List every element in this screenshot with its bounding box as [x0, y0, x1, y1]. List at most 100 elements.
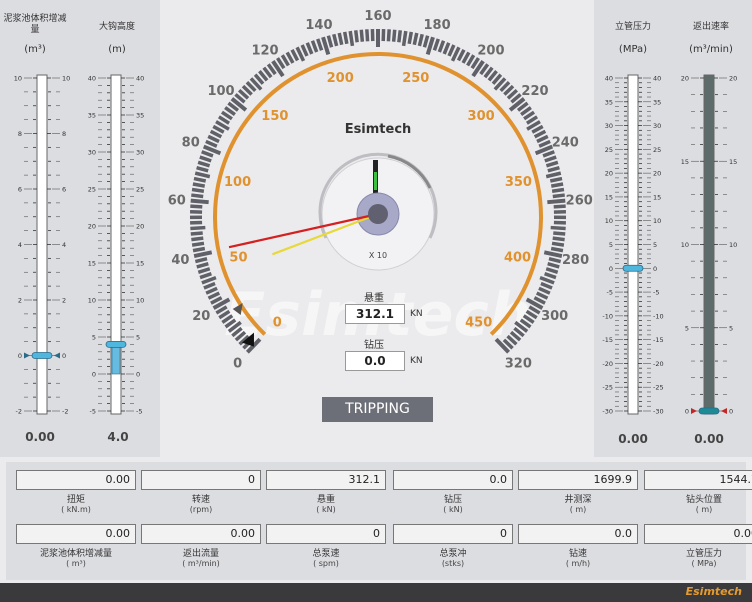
hookload-dial: Esimtech 0 20 40 60 80 100 120 140 160 180 200 220 24… — [168, 9, 593, 371]
standpipe-pressure-gauge-tick-label: 25 — [605, 146, 613, 154]
inner-tick-label: 450 — [465, 315, 492, 330]
mud-volume-gauge-tick-label: 6 — [62, 186, 66, 194]
standpipe-pressure-gauge-tick-label: 0 — [609, 265, 613, 273]
param-label: 转速 — [191, 495, 210, 505]
param-value-box: 0 — [266, 524, 386, 544]
standpipe-pressure-gauge-tick-label: 40 — [653, 75, 661, 83]
footer-brand: Esimtech — [685, 585, 742, 598]
mud-volume-gauge-tick-label: -2 — [16, 408, 22, 416]
mud-volume-gauge-tick-label: 6 — [18, 186, 22, 194]
hook-height-gauge-tick-label: 30 — [136, 149, 144, 157]
standpipe-pressure-gauge-tick-label: 35 — [605, 98, 613, 106]
right-gauge-panel: 立管压力 (MPa) 返出速率 (m³/min) 40 40 35 35 30 30 25 2… — [594, 0, 752, 457]
outer-tick-label: 300 — [541, 309, 568, 324]
param-field: 1699.9 井测深( m) — [518, 470, 638, 515]
mud-volume-gauge-tick-label: 2 — [62, 297, 66, 305]
mud-volume-gauge: 10 10 8 8 6 6 4 4 2 2 0 0 -2 -2 — [14, 74, 70, 416]
return-flow-gauge-marker[interactable] — [698, 407, 720, 415]
param-unit: ( m³) — [66, 559, 86, 568]
standpipe-pressure-gauge-tick-label: -30 — [653, 408, 664, 416]
param-label: 返出流量 — [182, 549, 219, 559]
parameter-panel: 0.00 扭矩( kN.m) 0 转速 (rpm) 312.1 悬重( kN) 0.0 钻压( … — [6, 462, 752, 580]
hook-height-gauge-tick-label: 10 — [88, 297, 96, 305]
param-value-box: 1544.7 — [644, 470, 752, 490]
hookload-dial-area: Esimtech 0 20 40 60 80 100 120 140 160 180 200 220 24… — [160, 0, 594, 457]
hook-height-value: 4.0 — [107, 430, 129, 444]
mud-volume-value: 0.00 — [25, 430, 55, 444]
standpipe-pressure-gauge-tick-label: -20 — [602, 360, 613, 368]
outer-tick-label: 180 — [423, 18, 450, 33]
tripping-button[interactable]: TRIPPING — [322, 397, 433, 422]
outer-tick-label: 60 — [168, 193, 186, 208]
hookload-unit: KN — [410, 309, 423, 319]
left-gauge-panel: 泥浆池体积增减量 (m³) 大钩高度 (m) 10 10 8 8 6 6 4 4 2 2 0 0 -2-… — [0, 0, 160, 457]
standpipe-pressure-gauge-tick-label: 25 — [653, 146, 661, 154]
param-value-box: 0 — [393, 524, 513, 544]
outer-tick-label: 40 — [171, 253, 189, 268]
param-label: 扭矩 — [66, 495, 85, 505]
mud-volume-gauge-right-pointer — [54, 352, 60, 359]
standpipe-pressure-gauge: 40 40 35 35 30 30 25 25 20 20 15 15 10 10 5 5 0 0 -5 -5 -10 -… — [602, 74, 664, 416]
return-flow-gauge-tick-label: 20 — [681, 75, 689, 83]
dial-hub-inner — [368, 204, 388, 224]
outer-tick-label: 260 — [566, 193, 593, 208]
standpipe-pressure-gauge-tick-label: 5 — [653, 241, 657, 249]
right-bar-gauges: 40 40 35 35 30 30 25 25 20 20 15 15 10 10 5 5 0 0 -5 -5 -10 -… — [602, 74, 737, 416]
hook-height-gauge-tick-label: 20 — [88, 223, 96, 231]
standpipe-pressure-gauge-tick-label: -5 — [653, 289, 659, 297]
param-unit: (rpm) — [189, 505, 213, 514]
mud-volume-gauge-marker[interactable] — [31, 352, 53, 359]
standpipe-pressure-gauge-tick-label: -15 — [602, 336, 613, 344]
standpipe-pressure-gauge-tick-label: 40 — [605, 75, 613, 83]
standpipe-pressure-gauge-tick-label: -25 — [602, 384, 613, 392]
outer-tick-label: 20 — [192, 309, 210, 324]
param-label: 井测深 — [564, 495, 592, 505]
param-field: 0.00 泥浆池体积增减量( m³) — [16, 524, 136, 569]
hook-height-gauge-tick-label: 20 — [136, 223, 144, 231]
standpipe-pressure-gauge-tick-label: 0 — [653, 265, 657, 273]
hook-height-gauge-tick-label: 5 — [92, 334, 96, 342]
return-flow-gauge-tick-label: 5 — [685, 324, 689, 332]
standpipe-pressure-gauge-tick-label: -15 — [653, 336, 664, 344]
standpipe-pressure-gauge-tick-label: 30 — [653, 122, 661, 130]
outer-tick-label: 80 — [182, 135, 200, 150]
outer-tick-label: 320 — [505, 356, 532, 371]
standpipe-pressure-gauge-tick-label: 15 — [653, 193, 661, 201]
hook-height-gauge-tick-label: -5 — [90, 408, 96, 416]
standpipe-pressure-gauge-tick-label: 30 — [605, 122, 613, 130]
hook-height-gauge-marker[interactable] — [105, 340, 127, 348]
return-flow-gauge-tick-label: 10 — [681, 241, 689, 249]
mud-volume-gauge-tick-label: 2 — [18, 297, 22, 305]
param-field: 0.0 钻速( m/h) — [518, 524, 638, 569]
param-unit: ( MPa) — [691, 559, 717, 568]
param-value-box: 0.00 — [16, 524, 136, 544]
dial-brand: Esimtech — [345, 122, 412, 137]
param-label: 悬重 — [316, 495, 335, 505]
outer-tick-label: 280 — [562, 253, 589, 268]
outer-tick-label: 140 — [305, 18, 332, 33]
param-field: 0 总泵冲 (stks) — [393, 524, 513, 569]
standpipe-pressure-gauge-tube — [627, 74, 639, 415]
standpipe-pressure-gauge-marker[interactable] — [622, 264, 644, 272]
outer-tick-label: 120 — [251, 44, 278, 59]
standpipe-pressure-gauge-tick-label: 20 — [605, 170, 613, 178]
return-flow-gauge-left-pointer — [691, 408, 697, 414]
standpipe-pressure-gauge-tick-label: -5 — [607, 289, 613, 297]
hook-height-gauge-tick-label: 0 — [92, 371, 96, 379]
standpipe-pressure-gauge-tick-label: -10 — [602, 312, 613, 320]
hook-height-gauge-tick-label: 15 — [136, 260, 144, 268]
outer-tick-label: 200 — [477, 44, 504, 59]
param-label: 总泵冲 — [439, 549, 467, 559]
mud-volume-gauge-tick-label: 10 — [62, 75, 70, 83]
hook-height-gauge-tick-label: 35 — [136, 112, 144, 120]
standpipe-pressure-gauge-tick-label: 10 — [653, 217, 661, 225]
drilling-monitor-screen: 泥浆池体积增减量 (m³) 大钩高度 (m) 10 10 8 8 6 6 4 4 2 2 0 0 -2-… — [0, 0, 752, 602]
param-field: 0.00 返出流量( m³/min) — [141, 524, 261, 569]
param-value-box: 312.1 — [266, 470, 386, 490]
hook-height-gauge-tick-label: 25 — [136, 186, 144, 194]
inner-tick-label: 100 — [224, 175, 251, 190]
mud-volume-gauge-left-pointer — [24, 352, 30, 359]
return-flow-gauge-right-pointer — [721, 408, 727, 414]
standpipe-pressure-gauge-tick-label: 5 — [609, 241, 613, 249]
param-unit: ( spm) — [313, 559, 339, 568]
